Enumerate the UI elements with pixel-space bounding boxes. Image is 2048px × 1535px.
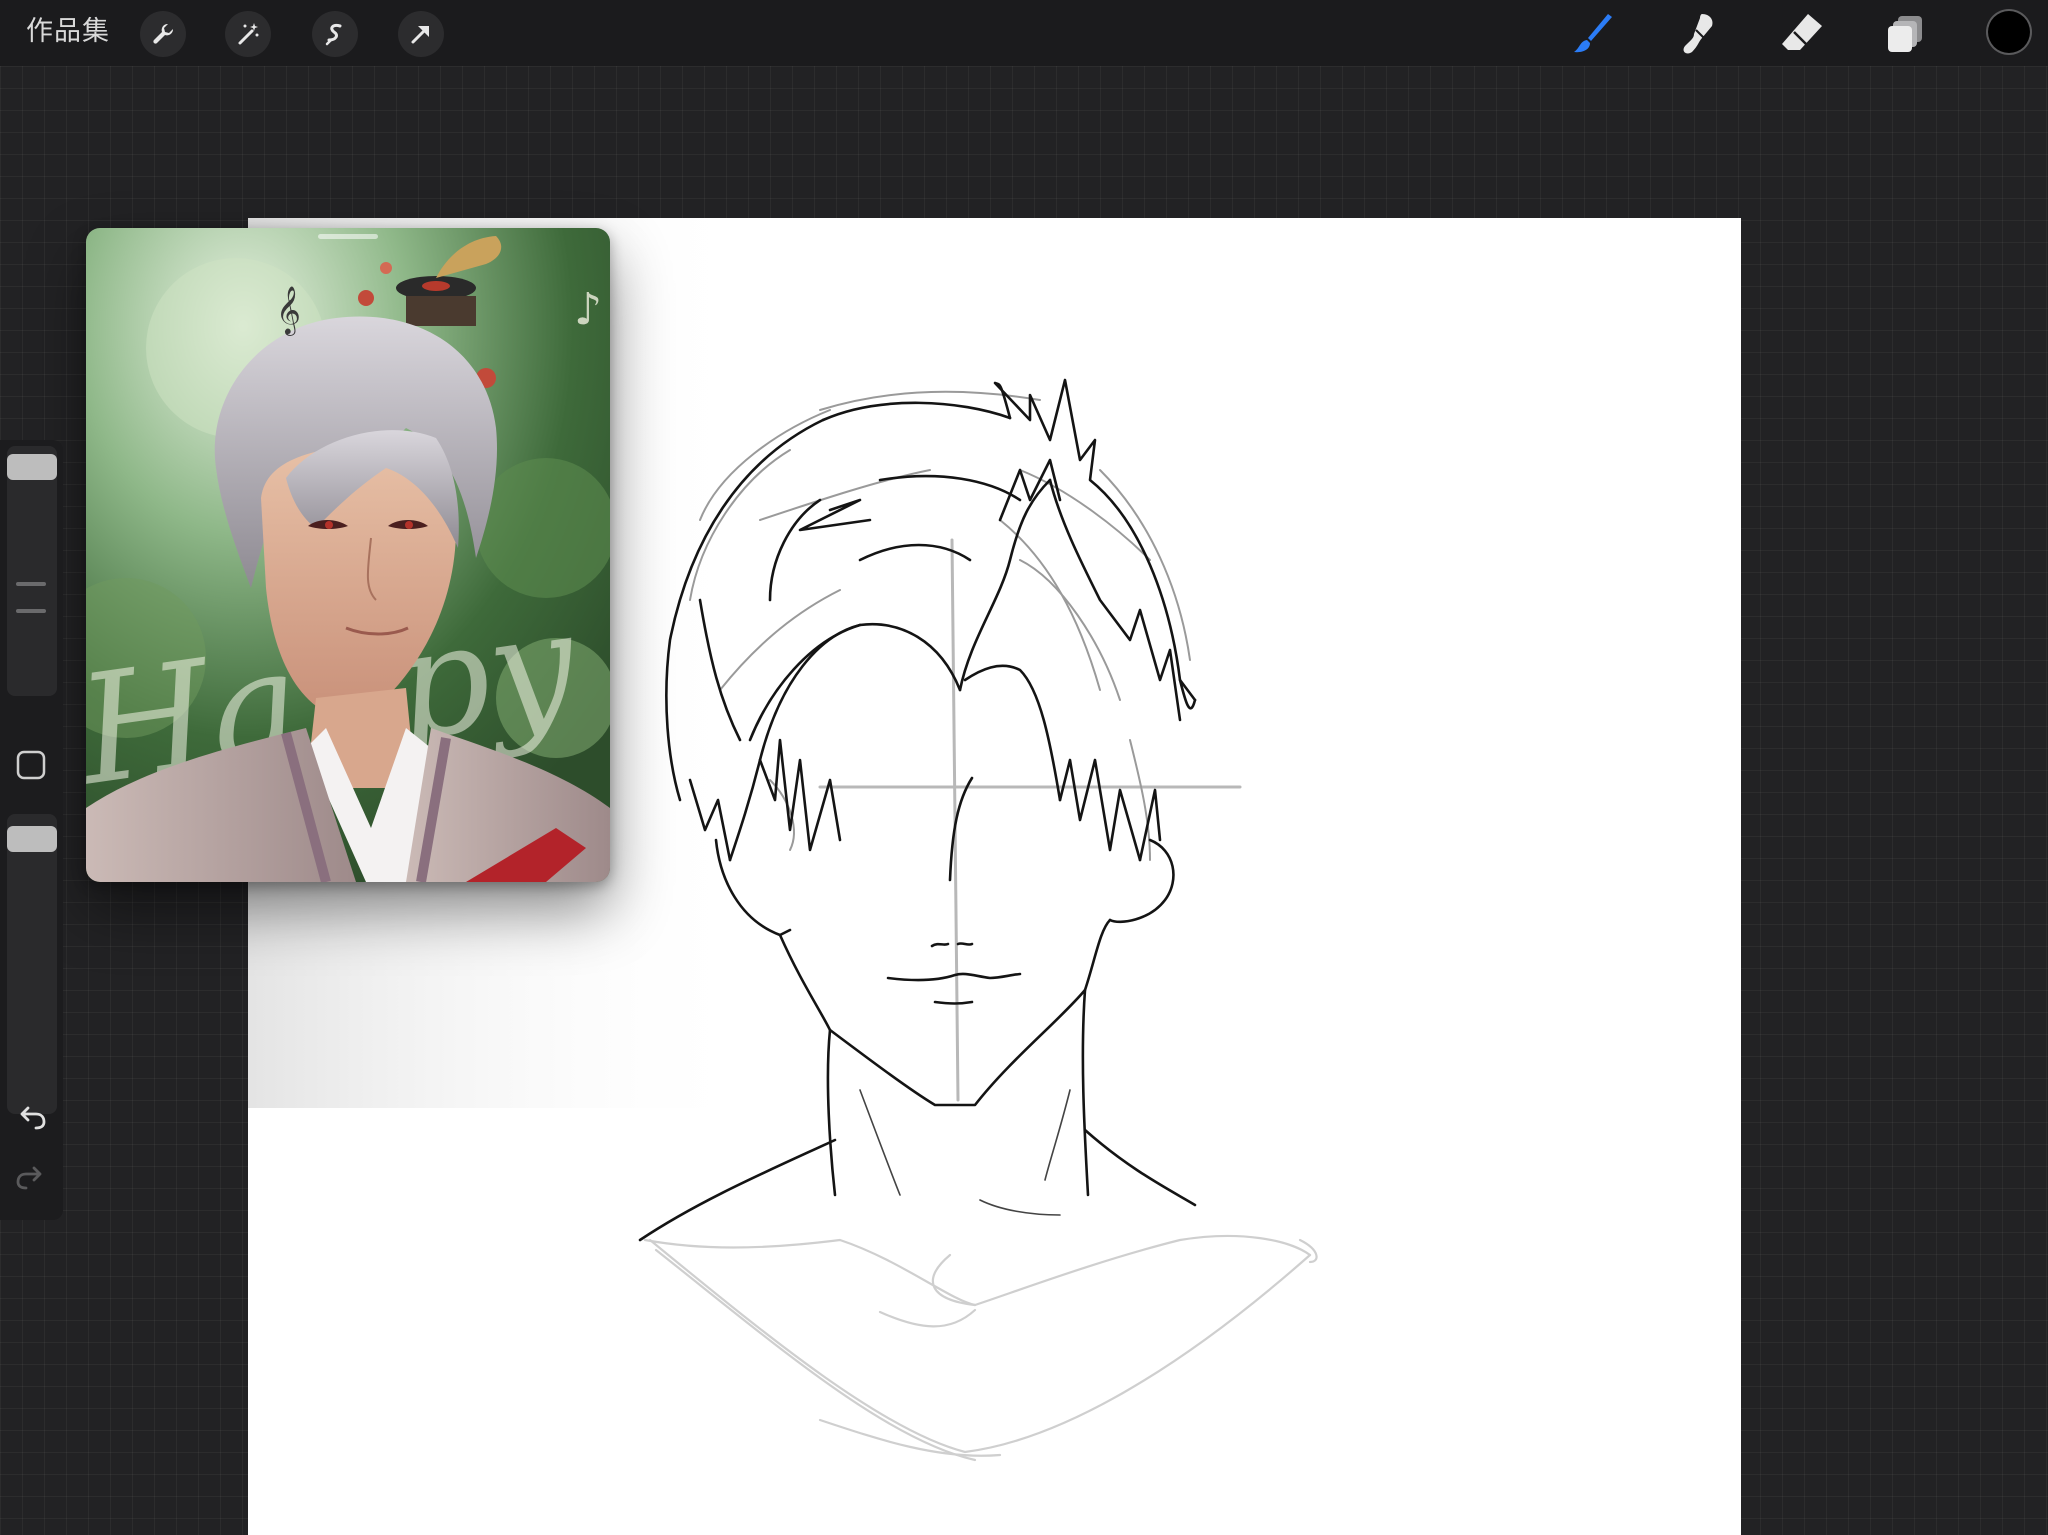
brush-size-slider[interactable] <box>7 446 57 696</box>
reference-image-panel[interactable]: Happy Birthday 𝄞 ♪ <box>86 228 610 882</box>
smudge-tool[interactable] <box>1672 8 1724 60</box>
layers-button[interactable] <box>1880 8 1932 60</box>
color-picker[interactable] <box>1988 11 2030 53</box>
slider-divider <box>16 582 46 586</box>
opacity-thumb[interactable] <box>7 826 57 852</box>
actions-button[interactable] <box>140 11 186 57</box>
selection-button[interactable] <box>312 11 358 57</box>
redo-button[interactable] <box>14 1160 48 1198</box>
adjustments-button[interactable] <box>225 11 271 57</box>
gallery-button[interactable]: 作品集 <box>26 14 110 50</box>
left-sidebar <box>0 440 63 1220</box>
eraser-icon <box>1782 14 1822 50</box>
modify-button[interactable] <box>14 748 48 786</box>
smudge-icon <box>1683 14 1713 54</box>
portrait-illustration: Happy Birthday 𝄞 ♪ <box>86 228 610 882</box>
top-toolbar: 作品集 <box>0 0 2048 66</box>
svg-text:♪: ♪ <box>574 284 602 335</box>
transform-button[interactable] <box>398 11 444 57</box>
redo-icon <box>16 1166 42 1190</box>
svg-text:𝄞: 𝄞 <box>276 285 301 336</box>
panel-grab-handle[interactable] <box>318 234 378 239</box>
modify-square-icon <box>16 750 46 780</box>
undo-button[interactable] <box>14 1100 48 1138</box>
eraser-tool[interactable] <box>1776 8 1828 60</box>
opacity-slider[interactable] <box>7 814 57 1114</box>
slider-divider <box>16 609 46 613</box>
selection-icon <box>325 24 342 46</box>
brush-size-thumb[interactable] <box>7 454 57 480</box>
undo-icon <box>20 1106 46 1130</box>
brush-icon <box>1574 14 1612 53</box>
magic-wand-icon <box>238 23 259 45</box>
wrench-icon <box>153 23 174 44</box>
transform-arrow-icon <box>411 26 429 44</box>
layers-icon <box>1888 16 1922 52</box>
brush-tool[interactable] <box>1566 8 1618 60</box>
